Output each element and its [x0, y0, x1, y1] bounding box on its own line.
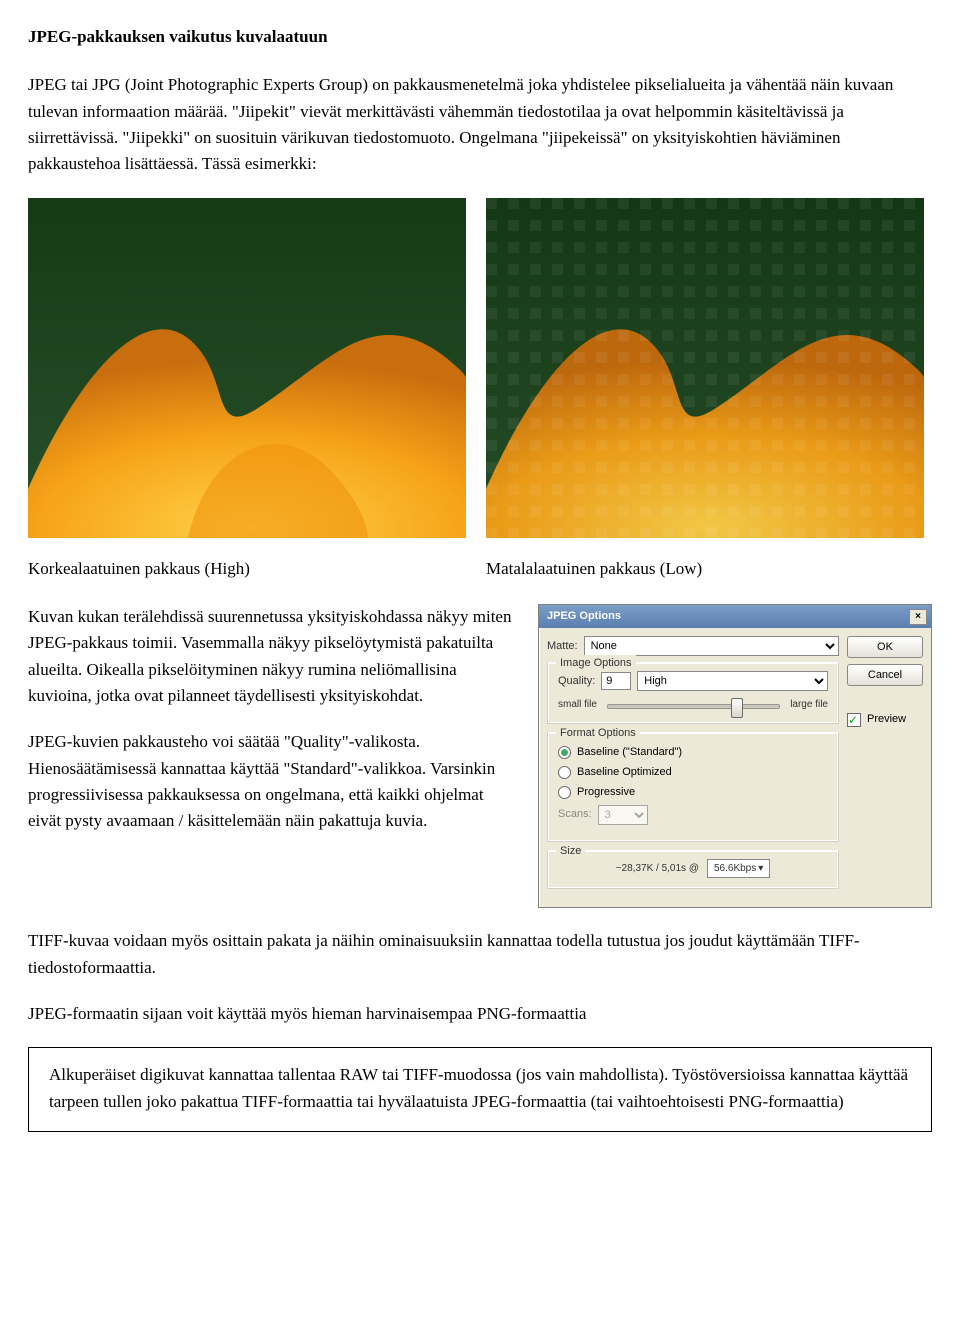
- tip-text: Alkuperäiset digikuvat kannattaa tallent…: [49, 1065, 908, 1110]
- slider-thumb-icon[interactable]: [731, 698, 743, 718]
- size-estimate: ~28,37K / 5,01s @: [616, 861, 699, 877]
- close-icon[interactable]: ×: [909, 609, 927, 625]
- caption-row: Korkealaatuinen pakkaus (High) Matalalaa…: [28, 556, 932, 582]
- tip-box: Alkuperäiset digikuvat kannattaa tallent…: [28, 1047, 932, 1132]
- image-options-group: Quality: High small file large file: [547, 662, 839, 724]
- preview-checkbox[interactable]: [847, 713, 861, 727]
- dialog-title-text: JPEG Options: [547, 608, 621, 625]
- quality-input[interactable]: [601, 672, 631, 690]
- radio-progressive-label: Progressive: [577, 784, 635, 801]
- image-low-quality: [486, 198, 924, 538]
- scans-label: Scans:: [558, 806, 592, 823]
- paragraph-3: TIFF-kuvaa voidaan myös osittain pakata …: [28, 928, 932, 981]
- quality-preset-select[interactable]: High: [637, 671, 828, 691]
- small-file-label: small file: [558, 697, 597, 713]
- caption-high: Korkealaatuinen pakkaus (High): [28, 556, 466, 582]
- quality-slider[interactable]: [607, 698, 780, 712]
- matte-select[interactable]: None: [584, 636, 839, 656]
- size-rate-select[interactable]: 56.6Kbps ▾: [707, 859, 770, 879]
- radio-baseline-standard-label: Baseline ("Standard"): [577, 744, 682, 761]
- preview-label: Preview: [867, 711, 906, 728]
- radio-baseline-standard[interactable]: [558, 746, 571, 759]
- matte-label: Matte:: [547, 638, 578, 655]
- radio-baseline-optimized-label: Baseline Optimized: [577, 764, 672, 781]
- quality-label: Quality:: [558, 673, 595, 690]
- cancel-button[interactable]: Cancel: [847, 664, 923, 686]
- dialog-titlebar: JPEG Options ×: [539, 605, 931, 628]
- example-images: [28, 198, 932, 538]
- radio-baseline-optimized[interactable]: [558, 766, 571, 779]
- paragraph-2a: Kuvan kukan terälehdissä suurennetussa y…: [28, 604, 518, 709]
- paragraph-2b: JPEG-kuvien pakkausteho voi säätää "Qual…: [28, 729, 518, 834]
- intro-paragraph: JPEG tai JPG (Joint Photographic Experts…: [28, 72, 932, 177]
- radio-progressive[interactable]: [558, 786, 571, 799]
- size-group: ~28,37K / 5,01s @ 56.6Kbps ▾: [547, 850, 839, 890]
- paragraph-4: JPEG-formaatin sijaan voit käyttää myös …: [28, 1001, 932, 1027]
- jpeg-options-dialog: JPEG Options × Matte: None Quality: High: [538, 604, 932, 908]
- image-high-quality: [28, 198, 466, 538]
- chevron-down-icon: ▾: [758, 861, 763, 877]
- ok-button[interactable]: OK: [847, 636, 923, 658]
- caption-low: Matalalaatuinen pakkaus (Low): [486, 556, 924, 582]
- format-options-group: Baseline ("Standard") Baseline Optimized…: [547, 732, 839, 842]
- scans-select: 3: [598, 805, 648, 825]
- large-file-label: large file: [790, 697, 828, 713]
- page-title: JPEG-pakkauksen vaikutus kuvalaatuun: [28, 24, 932, 50]
